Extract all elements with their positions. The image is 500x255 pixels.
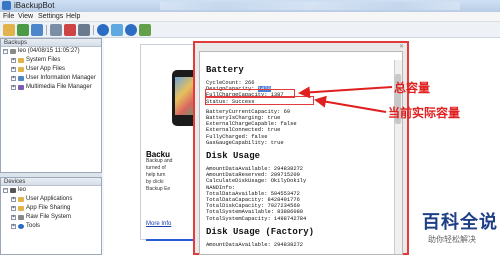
- watermark-subtitle: 助你轻松解决: [428, 235, 476, 244]
- watermark: 百科全说 助你轻松解决: [422, 208, 498, 245]
- app-window: iBackupBot File View Settings Help Backu…: [0, 0, 500, 255]
- arrow-total: [298, 86, 393, 99]
- watermark-title: 百科全说: [422, 212, 498, 233]
- annotation-current-capacity: 当前实际容量: [388, 106, 461, 120]
- annotation-total-capacity: 总容量: [394, 81, 431, 95]
- arrow-current: [314, 95, 387, 113]
